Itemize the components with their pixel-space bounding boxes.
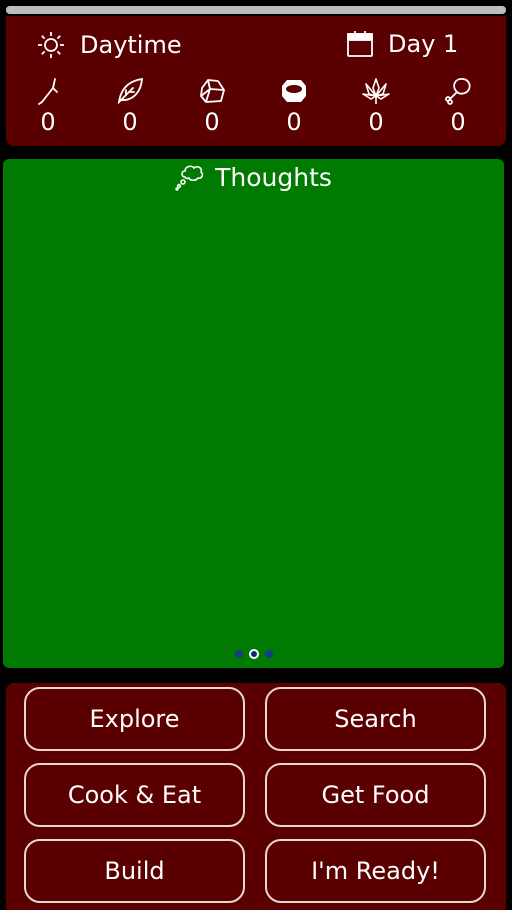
resource-bowls: 0: [264, 76, 324, 136]
resource-leaves: 0: [100, 76, 160, 136]
thoughts-header: Thoughts: [3, 159, 504, 195]
resource-sticks: 0: [18, 76, 78, 136]
resource-meat: 0: [428, 76, 488, 136]
actions-panel: Explore Search Cook & Eat Get Food Build…: [6, 683, 506, 910]
resource-count: 0: [40, 108, 56, 136]
bowl-icon: [279, 76, 309, 106]
page-dot[interactable]: [264, 650, 273, 658]
stone-icon: [197, 76, 227, 106]
build-button[interactable]: Build: [24, 839, 245, 903]
resource-bar: 0 0 0 0 0 0: [6, 76, 506, 136]
ready-button[interactable]: I'm Ready!: [265, 839, 486, 903]
cook-eat-button[interactable]: Cook & Eat: [24, 763, 245, 827]
resource-count: 0: [286, 108, 302, 136]
plant-icon: [361, 76, 391, 106]
resource-count: 0: [368, 108, 384, 136]
thoughts-title: Thoughts: [215, 162, 332, 192]
sun-icon: [36, 30, 66, 60]
get-food-button[interactable]: Get Food: [265, 763, 486, 827]
meat-icon: [443, 76, 473, 106]
resource-count: 0: [204, 108, 220, 136]
day-counter: Day 1: [346, 30, 458, 58]
thought-bubble-icon: [175, 163, 205, 191]
resource-count: 0: [122, 108, 138, 136]
day-label: Day 1: [388, 30, 459, 58]
thoughts-panel[interactable]: Thoughts: [3, 159, 504, 668]
status-row: Daytime Day 1: [6, 30, 506, 70]
stick-icon: [33, 76, 63, 106]
resource-count: 0: [450, 108, 466, 136]
status-panel: Daytime Day 1 0 0 0 0 0 0: [6, 16, 506, 146]
page-indicator[interactable]: [3, 648, 504, 660]
calendar-icon: [346, 30, 374, 58]
time-of-day: Daytime: [36, 30, 182, 60]
resource-plants: 0: [346, 76, 406, 136]
page-dot-active[interactable]: [248, 649, 259, 659]
leaf-icon: [115, 76, 145, 106]
resource-stones: 0: [182, 76, 242, 136]
search-button[interactable]: Search: [265, 687, 486, 751]
time-of-day-label: Daytime: [80, 31, 182, 59]
explore-button[interactable]: Explore: [24, 687, 245, 751]
progress-bar: [6, 6, 506, 14]
page-dot[interactable]: [234, 650, 243, 658]
progress-fill: [6, 6, 506, 14]
